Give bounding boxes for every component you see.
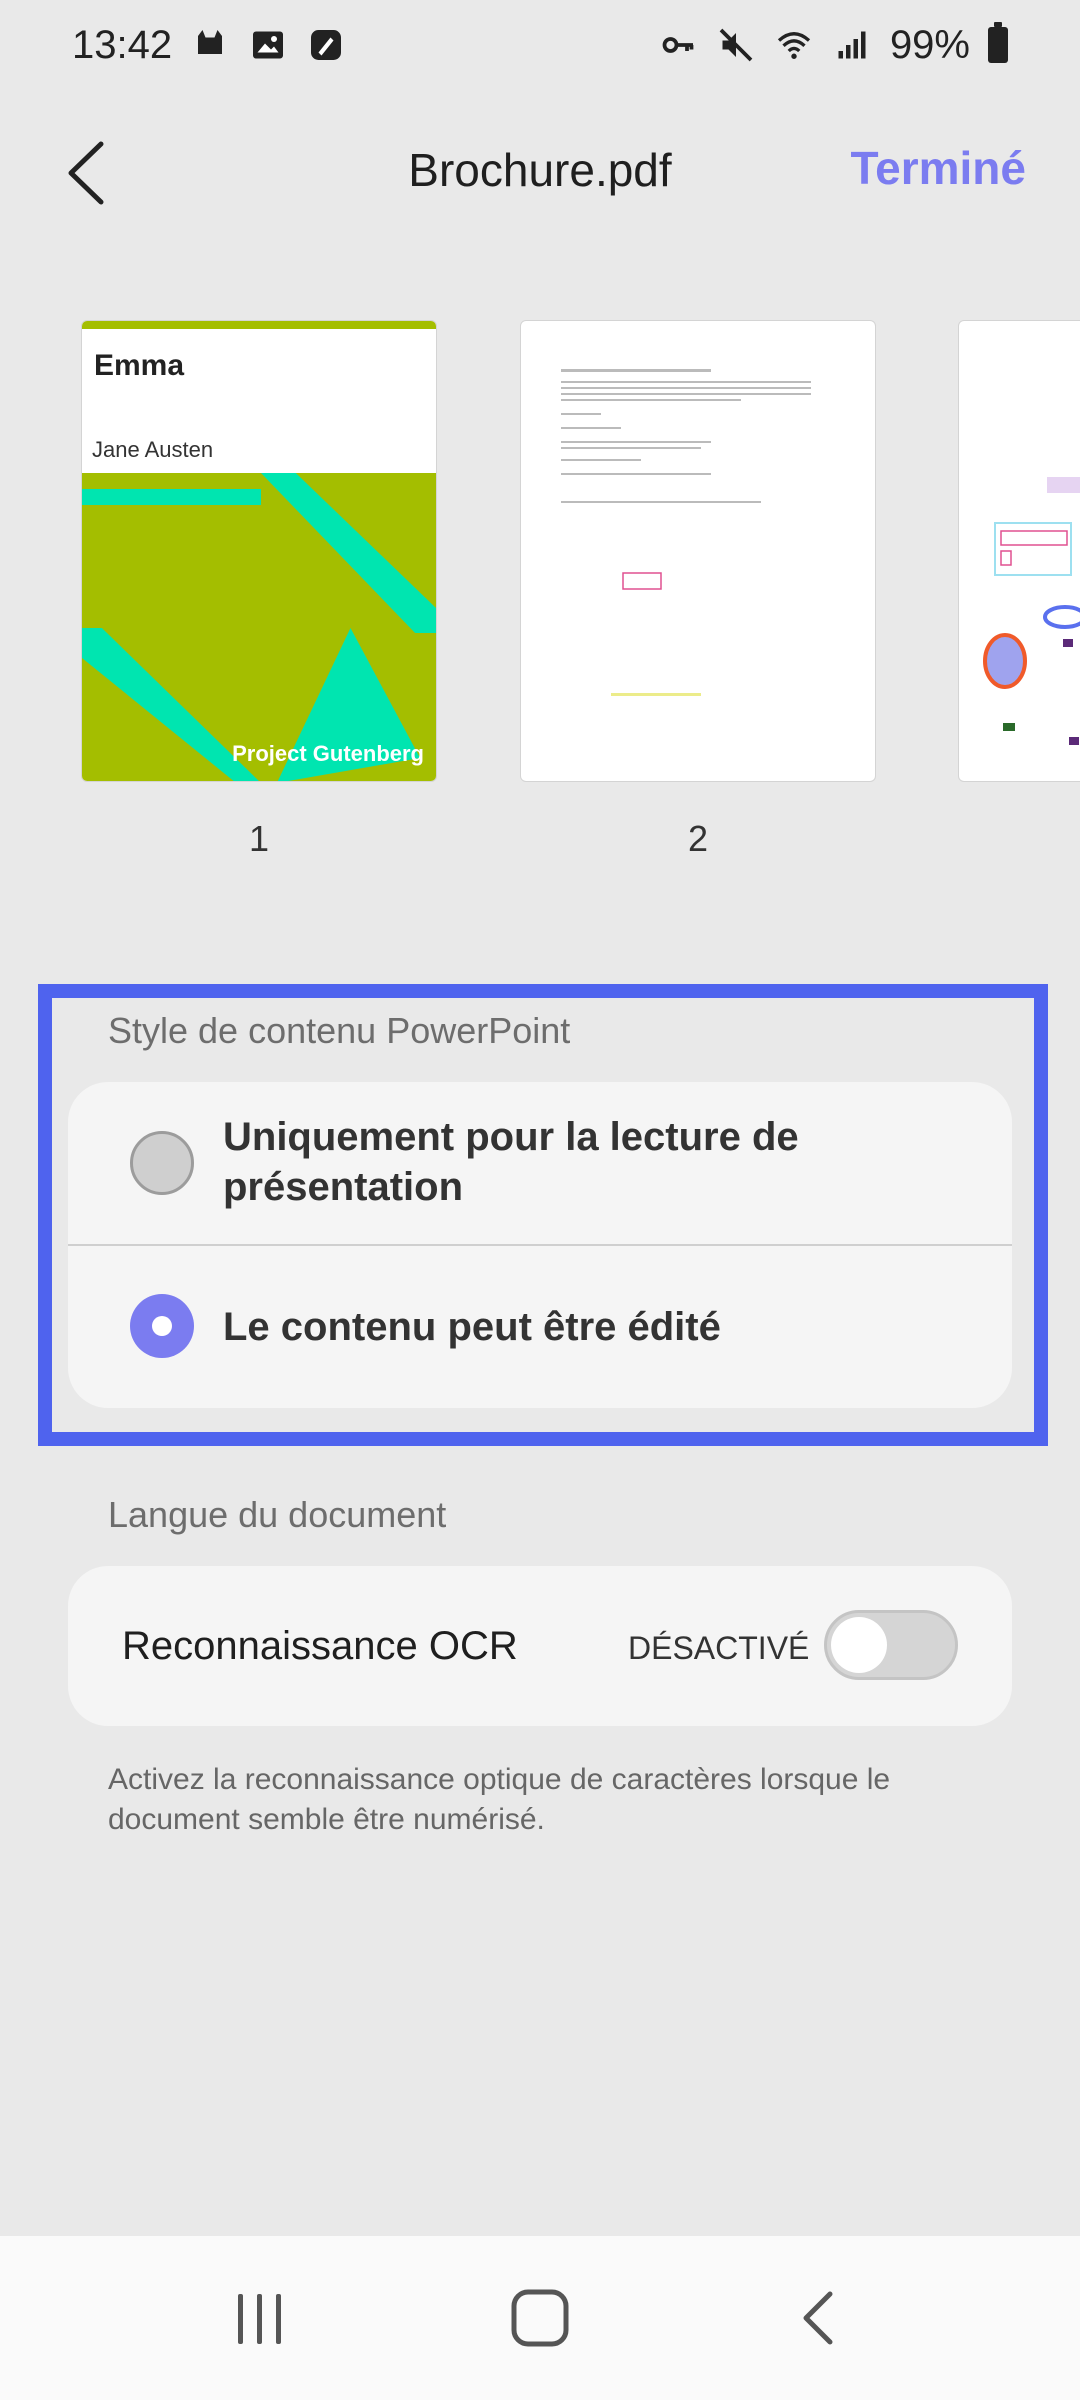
ocr-label: Reconnaissance OCR bbox=[122, 1624, 518, 1668]
radio-option-presentation-only[interactable]: Uniquement pour la lecture de présentati… bbox=[68, 1082, 1012, 1244]
page-thumbnails: Emma Jane Austen Project Gutenberg 1 2 bbox=[0, 320, 1080, 860]
done-button[interactable]: Terminé bbox=[850, 141, 1026, 195]
status-right: 99% bbox=[658, 22, 1008, 68]
battery-percent: 99% bbox=[889, 22, 970, 67]
radio-button-unselected[interactable] bbox=[130, 1131, 194, 1195]
ocr-state-text: DÉSACTIVÉ bbox=[628, 1630, 810, 1666]
system-nav-bar bbox=[0, 2236, 1080, 2400]
back-button[interactable] bbox=[50, 133, 120, 213]
ocr-toggle[interactable] bbox=[824, 1610, 958, 1680]
language-label: Langue du document bbox=[108, 1494, 447, 1535]
signal-icon bbox=[832, 25, 872, 65]
status-left: 13:42 bbox=[72, 23, 346, 68]
thumbnail-page-2[interactable] bbox=[520, 320, 876, 782]
home-icon bbox=[511, 2289, 569, 2347]
mute-icon bbox=[716, 25, 756, 65]
home-button[interactable] bbox=[490, 2268, 590, 2368]
option-label-presentation-only: Uniquement pour la lecture de présentati… bbox=[223, 1112, 799, 1212]
ocr-card: Reconnaissance OCR DÉSACTIVÉ bbox=[68, 1566, 1012, 1726]
page-2-content bbox=[561, 369, 811, 696]
gallery-icon bbox=[248, 25, 288, 65]
status-bar: 13:42 99% bbox=[0, 0, 1080, 90]
wifi-icon bbox=[774, 25, 814, 65]
cover-publisher: Project Gutenberg bbox=[232, 741, 424, 766]
recents-icon bbox=[238, 2294, 281, 2344]
option-label-line-1: Uniquement pour la lecture de bbox=[223, 1115, 799, 1159]
app-header: Brochure.pdf Terminé bbox=[0, 105, 1080, 235]
battery-icon bbox=[988, 22, 1008, 63]
pen-app-icon bbox=[306, 25, 346, 65]
ocr-help-text: Activez la reconnaissance optique de car… bbox=[108, 1763, 891, 1836]
thumbnail-page-3[interactable] bbox=[958, 320, 1080, 782]
status-time: 13:42 bbox=[72, 22, 173, 67]
thumbnail-page-1[interactable]: Emma Jane Austen Project Gutenberg bbox=[81, 320, 437, 782]
option-label-line-2: présentation bbox=[223, 1165, 464, 1209]
cat-app-icon bbox=[190, 25, 230, 65]
page-3-content bbox=[983, 477, 1080, 745]
chevron-left-icon bbox=[68, 141, 104, 205]
toggle-knob bbox=[831, 1617, 887, 1673]
cover-artwork bbox=[82, 473, 436, 781]
radio-option-editable[interactable]: Le contenu peut être édité bbox=[68, 1246, 1012, 1408]
radio-button-selected[interactable] bbox=[130, 1294, 194, 1358]
thumbnail-page-number: 2 bbox=[687, 818, 709, 859]
thumbnail-page-number: 1 bbox=[248, 818, 270, 859]
ppt-style-label: Style de contenu PowerPoint bbox=[108, 1010, 571, 1051]
page-title: Brochure.pdf bbox=[408, 144, 672, 196]
cover-author: Jane Austen bbox=[92, 437, 214, 462]
ppt-style-card: Uniquement pour la lecture de présentati… bbox=[68, 1082, 1012, 1408]
cover-title: Emma bbox=[94, 349, 185, 382]
system-back-button[interactable] bbox=[770, 2268, 870, 2368]
option-label-editable: Le contenu peut être édité bbox=[223, 1305, 721, 1349]
recents-button[interactable] bbox=[210, 2268, 310, 2368]
vpn-key-icon bbox=[658, 25, 698, 65]
back-icon bbox=[803, 2291, 833, 2345]
cover-header: Emma Jane Austen bbox=[82, 321, 436, 473]
